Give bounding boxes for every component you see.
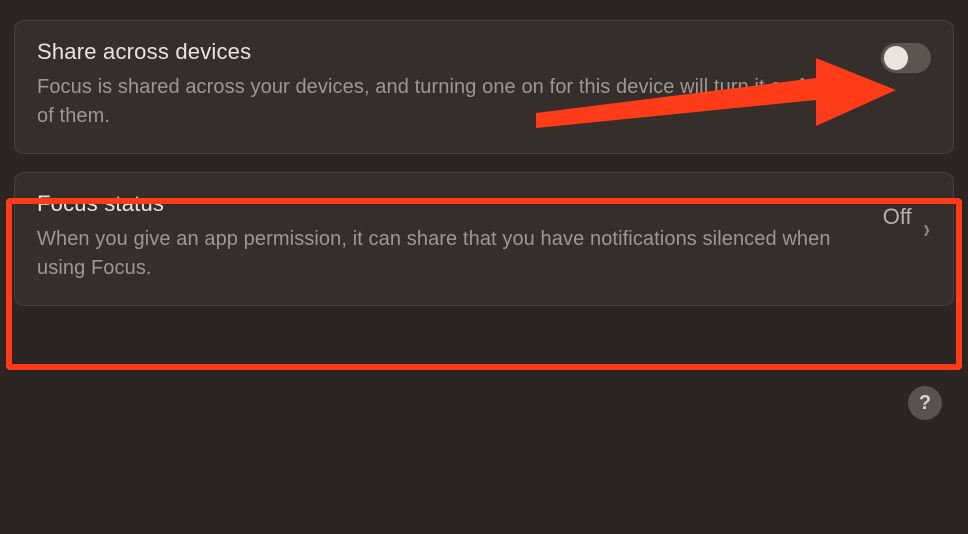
- focus-status-card[interactable]: Focus status When you give an app permis…: [14, 172, 954, 306]
- share-devices-toggle[interactable]: [881, 43, 931, 73]
- chevron-right-icon: ›: [923, 215, 930, 243]
- focus-status-description: When you give an app permission, it can …: [37, 225, 863, 283]
- card-text: Share across devices Focus is shared acr…: [37, 39, 861, 131]
- help-button[interactable]: ?: [908, 386, 942, 420]
- help-icon: ?: [919, 392, 931, 415]
- card-row: Share across devices Focus is shared acr…: [37, 39, 931, 131]
- card-text: Focus status When you give an app permis…: [37, 191, 863, 283]
- focus-status-title: Focus status: [37, 191, 863, 217]
- share-devices-title: Share across devices: [37, 39, 861, 65]
- toggle-knob: [884, 46, 908, 70]
- settings-content: Share across devices Focus is shared acr…: [0, 0, 968, 344]
- share-devices-description: Focus is shared across your devices, and…: [37, 73, 861, 131]
- focus-status-nav[interactable]: Off ›: [883, 191, 931, 243]
- card-row: Focus status When you give an app permis…: [37, 191, 931, 283]
- share-across-devices-card: Share across devices Focus is shared acr…: [14, 20, 954, 154]
- focus-status-value: Off: [883, 204, 912, 230]
